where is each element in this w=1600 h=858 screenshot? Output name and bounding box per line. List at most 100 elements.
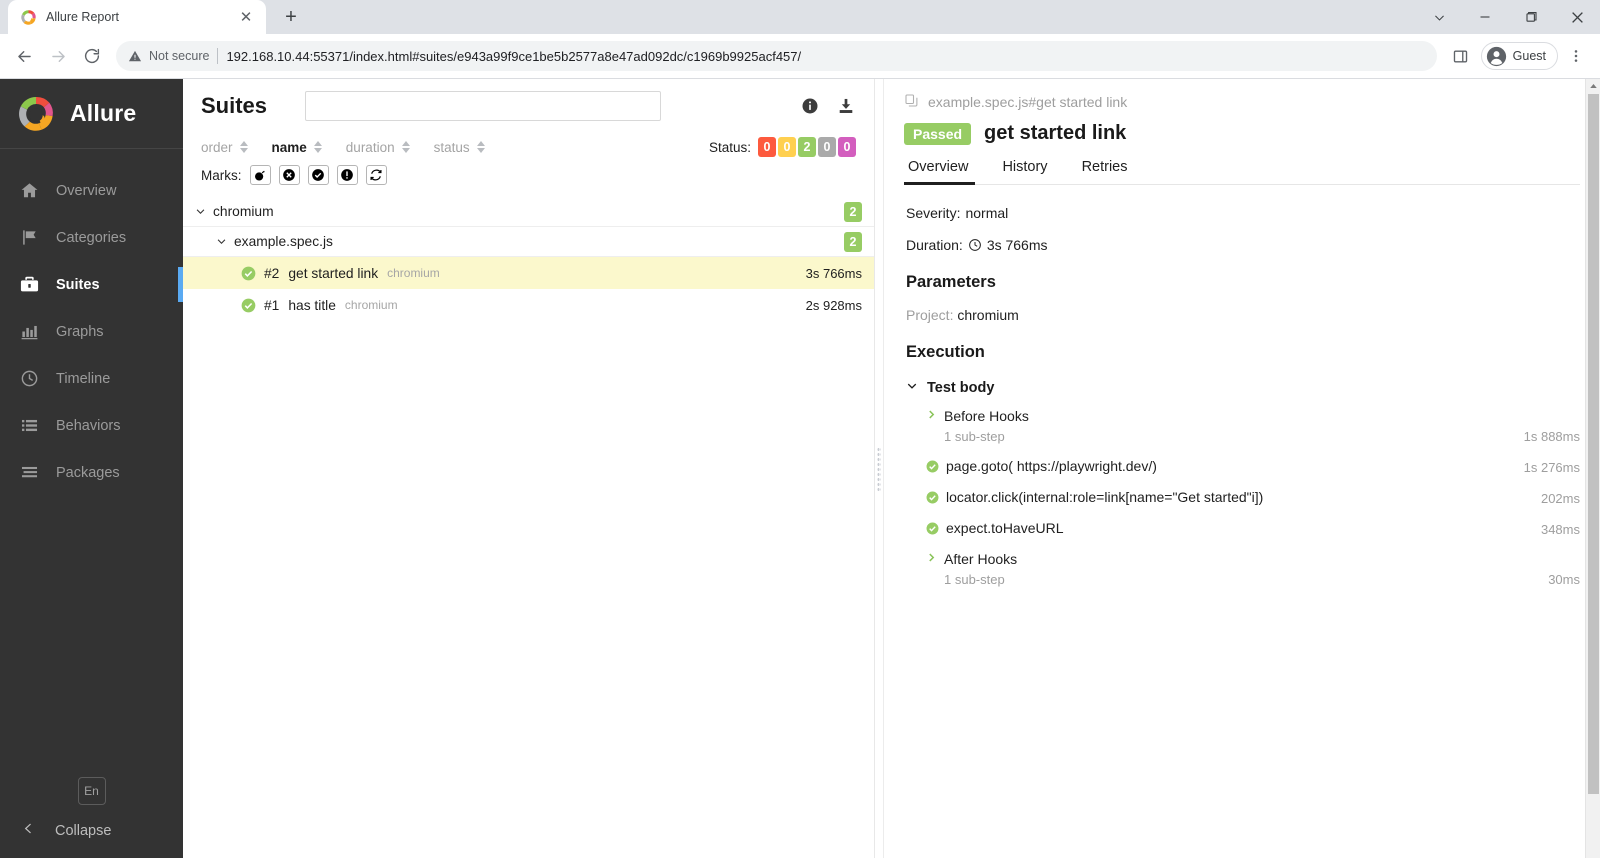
sidebar-item-graphs[interactable]: Graphs	[0, 308, 183, 355]
sidebar-item-categories[interactable]: Categories	[0, 214, 183, 261]
suites-pane: Suites order name duration status Status…	[183, 79, 875, 858]
collapse-button[interactable]: Collapse	[0, 821, 183, 840]
mark-newpassed-check-circle-icon[interactable]	[307, 165, 329, 185]
page-scrollbar[interactable]	[1585, 79, 1600, 858]
check-circle-icon	[926, 458, 939, 475]
sort-label: name	[271, 139, 307, 155]
allure-logo-icon	[16, 94, 56, 134]
home-icon	[18, 181, 40, 200]
close-icon[interactable]: ✕	[236, 7, 256, 27]
list-bullets-icon	[18, 416, 40, 435]
sort-label: status	[433, 139, 470, 155]
sidebar-item-timeline[interactable]: Timeline	[0, 355, 183, 402]
omnibox-divider	[217, 48, 219, 64]
step-row[interactable]: locator.click(internal:role=link[name="G…	[926, 489, 1580, 506]
mark-newfailed-x-circle-icon[interactable]	[278, 165, 300, 185]
scroll-up-arrow-icon[interactable]	[1589, 79, 1598, 94]
tab-overview[interactable]: Overview	[904, 159, 985, 185]
pane-splitter[interactable]	[875, 79, 883, 858]
tree-group-count: 2	[844, 201, 862, 222]
close-window-icon[interactable]	[1554, 0, 1600, 34]
status-chip-broken[interactable]: 0	[778, 137, 796, 157]
side-panel-icon[interactable]	[1445, 40, 1477, 72]
address-bar[interactable]: Not secure 192.168.10.44:55371/index.htm…	[116, 41, 1437, 71]
chevron-right-icon[interactable]	[926, 551, 937, 568]
sort-by-order[interactable]: order	[201, 140, 248, 155]
chevron-right-icon[interactable]	[926, 408, 937, 425]
page-title: Suites	[201, 93, 268, 118]
sort-by-name[interactable]: name	[272, 140, 322, 155]
mark-newbroken-exclamation-circle-icon[interactable]	[336, 165, 358, 185]
splitter-grip[interactable]	[877, 446, 881, 491]
sidebar-item-label: Overview	[56, 182, 117, 199]
flag-icon	[18, 228, 40, 247]
warning-triangle-icon	[128, 50, 142, 62]
marks-label: Marks:	[201, 167, 242, 183]
sidebar-item-label: Suites	[56, 276, 100, 293]
steps-list: Before Hooks 1 sub-step 1s 888ms page.go…	[906, 408, 1580, 587]
sidebar-brand[interactable]: Allure	[0, 79, 183, 149]
sidebar-item-behaviors[interactable]: Behaviors	[0, 402, 183, 449]
detail-title: get started link	[984, 122, 1127, 144]
step-row[interactable]: expect.toHaveURL 348ms	[926, 520, 1580, 537]
account-circle-icon	[1486, 46, 1506, 66]
breadcrumb[interactable]: example.spec.js#get started link	[904, 93, 1580, 111]
allure-logo-icon	[20, 9, 37, 26]
collapse-label: Collapse	[55, 822, 112, 839]
minimize-icon[interactable]	[1462, 0, 1508, 34]
test-name: has title	[288, 297, 336, 313]
download-icon[interactable]	[836, 96, 856, 116]
suites-header: Suites	[183, 79, 874, 133]
reload-icon[interactable]	[76, 40, 108, 72]
url-text: 192.168.10.44:55371/index.html#suites/e9…	[226, 48, 802, 64]
step-title: Before Hooks	[944, 408, 1029, 424]
maximize-icon[interactable]	[1508, 0, 1554, 34]
step-row[interactable]: After Hooks 1 sub-step 30ms	[926, 551, 1580, 587]
security-status[interactable]: Not secure	[128, 49, 209, 63]
step-substeps: 1 sub-step	[944, 572, 1005, 587]
test-body-toggle[interactable]: Test body	[906, 380, 1580, 396]
search-input-wrap[interactable]	[305, 91, 662, 121]
copy-icon[interactable]	[904, 93, 919, 111]
status-chip-unknown[interactable]: 0	[838, 137, 856, 157]
test-row[interactable]: #2 get started link chromium 3s 766ms	[183, 257, 874, 289]
app-viewport: Allure Overview Categories Suites Graphs…	[0, 79, 1600, 858]
status-chip-failed[interactable]: 0	[758, 137, 776, 157]
new-tab-button[interactable]: +	[276, 2, 306, 32]
status-chip-skipped[interactable]: 0	[818, 137, 836, 157]
sidebar-item-overview[interactable]: Overview	[0, 167, 183, 214]
browser-tab[interactable]: Allure Report ✕	[8, 0, 266, 34]
marks-row: Marks:	[201, 161, 856, 189]
step-row[interactable]: Before Hooks 1 sub-step 1s 888ms	[926, 408, 1580, 444]
tab-history[interactable]: History	[985, 159, 1064, 184]
chevron-down-icon	[195, 206, 211, 217]
list-lines-icon	[18, 463, 40, 482]
search-input[interactable]	[306, 92, 661, 120]
tree-group-row[interactable]: example.spec.js 2	[183, 227, 874, 257]
back-arrow-icon[interactable]	[8, 40, 40, 72]
sort-by-duration[interactable]: duration	[346, 140, 410, 155]
language-button[interactable]: En	[77, 777, 106, 805]
test-duration: 3s 766ms	[805, 265, 862, 281]
status-chip-passed[interactable]: 2	[798, 137, 816, 157]
sidebar-item-packages[interactable]: Packages	[0, 449, 183, 496]
tab-retries[interactable]: Retries	[1065, 159, 1145, 184]
scrollbar-thumb[interactable]	[1587, 94, 1599, 794]
info-circle-icon[interactable]	[800, 96, 820, 116]
mark-retries-refresh-icon[interactable]	[365, 165, 387, 185]
step-row[interactable]: page.goto( https://playwright.dev/) 1s 2…	[926, 458, 1580, 475]
test-number: #1	[264, 297, 280, 313]
test-row[interactable]: #1 has title chromium 2s 928ms	[183, 289, 874, 321]
status-filter-group: Status: 0 0 2 0 0	[709, 137, 856, 157]
briefcase-icon	[18, 274, 40, 295]
kebab-menu-icon[interactable]	[1560, 40, 1592, 72]
mark-flaky-bomb-icon[interactable]	[249, 165, 271, 185]
sidebar-item-suites[interactable]: Suites	[0, 261, 183, 308]
profile-chip[interactable]: Guest	[1480, 42, 1558, 70]
sort-by-status[interactable]: status	[434, 140, 485, 155]
chevron-down-icon	[216, 236, 232, 247]
tree-group-row[interactable]: chromium 2	[183, 197, 874, 227]
detail-tabs: Overview History Retries	[904, 159, 1580, 185]
execution-title: Execution	[906, 343, 985, 361]
tab-search-chevron-down-icon[interactable]	[1416, 0, 1462, 34]
